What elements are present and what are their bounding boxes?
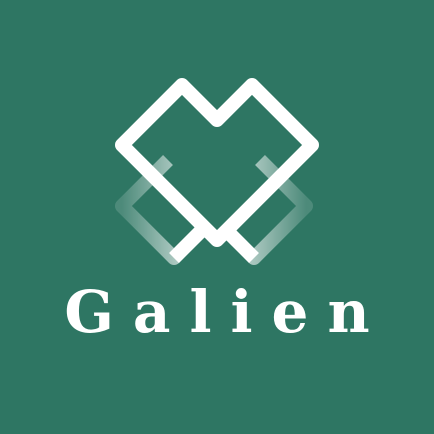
interlock-stroke-right — [217, 221, 259, 263]
brand-wordmark: Galien — [64, 278, 389, 346]
heart-diamond-logo-icon — [115, 78, 319, 265]
app-logo: Galien — [0, 0, 434, 434]
heart-outline — [115, 78, 319, 247]
interlock-stroke-left — [169, 221, 211, 263]
